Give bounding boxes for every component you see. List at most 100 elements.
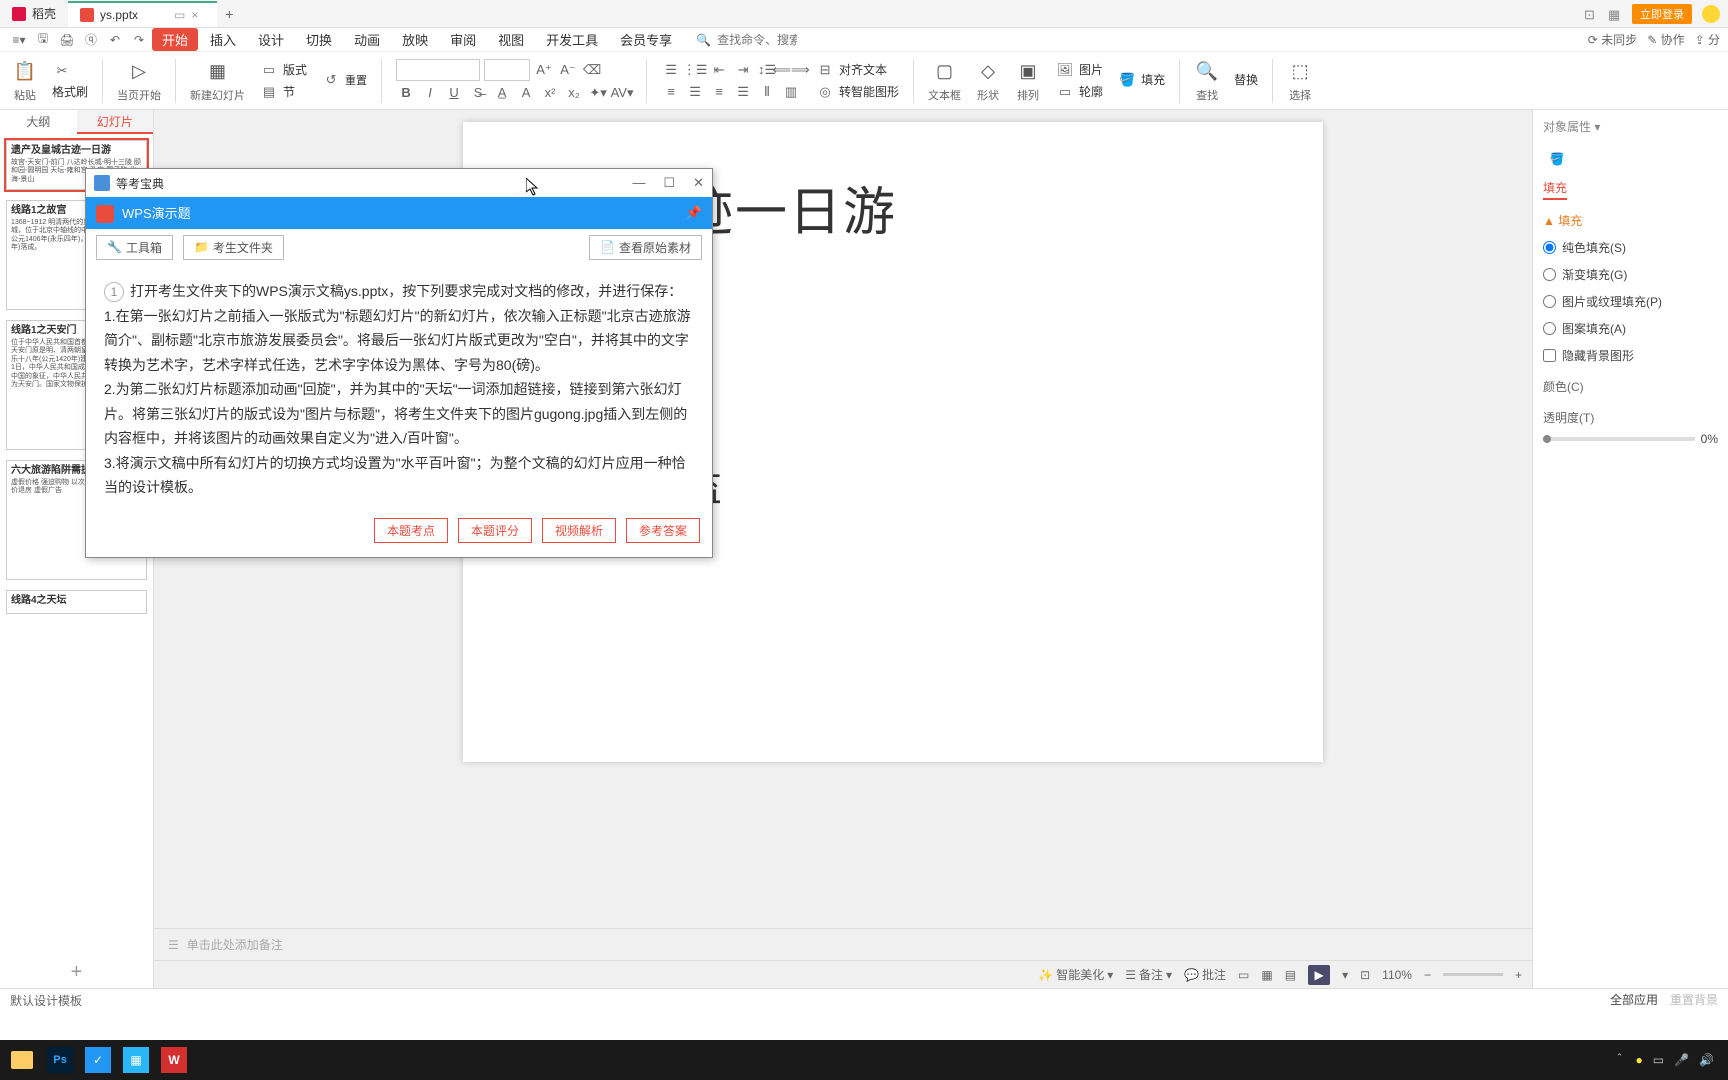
thumb-5[interactable]: 线路4之天坛 xyxy=(6,590,147,614)
dist-icon[interactable]: ⫴ xyxy=(757,82,777,102)
menu-animation[interactable]: 动画 xyxy=(344,28,390,51)
indent-inc-icon[interactable]: ⇥ xyxy=(733,60,753,80)
note-button[interactable]: ☰备注 ▾ xyxy=(1125,966,1172,983)
slides-tab[interactable]: 幻灯片 xyxy=(77,110,154,134)
fill-tool-icon[interactable]: 🪣 xyxy=(1543,145,1571,173)
folder-button[interactable]: 📁 考生文件夹 xyxy=(183,235,284,260)
numbering-icon[interactable]: ⋮☰ xyxy=(685,60,705,80)
menu-review[interactable]: 审阅 xyxy=(440,28,486,51)
underline-icon[interactable]: U xyxy=(444,83,464,103)
find-button[interactable]: 🔍查找 xyxy=(1190,59,1224,103)
menu-dropdown-icon[interactable]: ≡▾ xyxy=(8,30,30,50)
fill-gradient[interactable]: 渐变填充(G) xyxy=(1543,266,1718,283)
tray-sync-icon[interactable]: ● xyxy=(1636,1053,1643,1067)
clear-format-icon[interactable]: ⌫ xyxy=(582,60,602,80)
comment-button[interactable]: 💬批注 xyxy=(1184,966,1226,983)
align-text-icon[interactable]: ⊟ xyxy=(815,60,835,80)
restore-icon[interactable]: ▭ xyxy=(174,8,185,22)
replace-button[interactable]: 替换 xyxy=(1234,71,1258,88)
smart-beautify-button[interactable]: ✨ 智能美化 ▾ xyxy=(1038,966,1113,983)
align-text-label[interactable]: 对齐文本 xyxy=(839,61,887,78)
toolbox-button[interactable]: 🔧 工具箱 xyxy=(96,235,173,260)
fill-icon[interactable]: 🪣 xyxy=(1117,70,1137,90)
explorer-icon[interactable] xyxy=(4,1042,40,1078)
cut-icon[interactable]: ✂ xyxy=(52,61,72,81)
share-button[interactable]: ⇪ 分 xyxy=(1695,31,1720,48)
font-select[interactable] xyxy=(396,59,480,81)
effects-icon[interactable]: ✦▾ xyxy=(588,83,608,103)
wps-icon[interactable]: W xyxy=(156,1042,192,1078)
undo-icon[interactable]: ↶ xyxy=(104,30,126,50)
view-material-button[interactable]: 📄 查看原始素材 xyxy=(589,235,702,260)
print-icon[interactable]: 🖨 xyxy=(56,30,78,50)
view-reading-icon[interactable]: ▤ xyxy=(1285,968,1296,982)
font-color-icon[interactable]: A̲ xyxy=(492,83,512,103)
new-slide-button[interactable]: ▦新建幻灯片 xyxy=(186,59,249,103)
new-tab-button[interactable]: + xyxy=(217,6,241,22)
fill-pattern[interactable]: 图案填充(A) xyxy=(1543,320,1718,337)
app4-icon[interactable]: ▦ xyxy=(118,1042,154,1078)
pic-icon[interactable]: 🖼 xyxy=(1055,60,1075,80)
menu-insert[interactable]: 插入 xyxy=(200,28,246,51)
section-label[interactable]: 节 xyxy=(283,83,295,100)
tray-mic-icon[interactable]: 🎤 xyxy=(1674,1053,1689,1067)
spacing-icon[interactable]: AV▾ xyxy=(612,83,632,103)
zoom-slider[interactable] xyxy=(1443,973,1503,976)
dialog-body[interactable]: 1打开考生文件夹下的WPS演示文稿ys.pptx，按下列要求完成对文档的修改，并… xyxy=(86,265,712,510)
menu-dev[interactable]: 开发工具 xyxy=(536,28,608,51)
app3-icon[interactable]: ✓ xyxy=(80,1042,116,1078)
zoom-out-icon[interactable]: − xyxy=(1424,968,1431,982)
close-icon[interactable]: × xyxy=(191,8,205,22)
zoom-value[interactable]: 110% xyxy=(1382,968,1412,982)
bullets-icon[interactable]: ☰ xyxy=(661,60,681,80)
avatar-icon[interactable] xyxy=(1702,5,1720,23)
fill-tab[interactable]: 填充 xyxy=(1543,179,1567,200)
highlight-icon[interactable]: A xyxy=(516,83,536,103)
notes-area[interactable]: ☰单击此处添加备注 xyxy=(154,928,1532,960)
add-slide-button[interactable]: + xyxy=(0,957,153,988)
answer-button[interactable]: 参考答案 xyxy=(626,518,700,543)
view-sorter-icon[interactable]: ▦ xyxy=(1261,968,1272,982)
columns-icon[interactable]: ▥ xyxy=(781,82,801,102)
smartart-label[interactable]: 转智能图形 xyxy=(839,83,899,100)
tab-file[interactable]: ys.pptx▭× xyxy=(68,1,217,27)
ps-icon[interactable]: Ps xyxy=(42,1042,78,1078)
super-icon[interactable]: x² xyxy=(540,83,560,103)
dialog-close-icon[interactable]: ✕ xyxy=(693,175,704,191)
outline-label[interactable]: 轮廓 xyxy=(1079,83,1103,100)
fill-section[interactable]: ▲ 填充 xyxy=(1543,212,1718,229)
save-icon[interactable]: 🖫 xyxy=(32,30,54,50)
pic-label[interactable]: 图片 xyxy=(1079,61,1103,78)
menu-transition[interactable]: 切换 xyxy=(296,28,342,51)
login-button[interactable]: 立即登录 xyxy=(1632,4,1692,24)
inc-font-icon[interactable]: A⁺ xyxy=(534,60,554,80)
layout-label[interactable]: 版式 xyxy=(283,61,307,78)
dialog-max-icon[interactable]: ☐ xyxy=(663,175,675,191)
text-dir-icon[interactable]: ⟸⟹ xyxy=(781,60,801,80)
outline-icon[interactable]: ▭ xyxy=(1055,82,1075,102)
bold-icon[interactable]: B xyxy=(396,83,416,103)
fit-icon[interactable]: ⊡ xyxy=(1360,968,1370,982)
align-center-icon[interactable]: ☰ xyxy=(685,82,705,102)
paste-button[interactable]: 📋粘贴 xyxy=(8,59,42,103)
zoom-in-icon[interactable]: + xyxy=(1515,968,1522,982)
menu-design[interactable]: 设计 xyxy=(248,28,294,51)
view-normal-icon[interactable]: ▭ xyxy=(1238,968,1249,982)
align-right-icon[interactable]: ≡ xyxy=(709,82,729,102)
tray-ime-icon[interactable]: ▭ xyxy=(1653,1053,1664,1067)
reset-bg-button[interactable]: 重置背景 xyxy=(1670,991,1718,1008)
reset-icon[interactable]: ↺ xyxy=(321,70,341,90)
preview-icon[interactable]: ⓠ xyxy=(80,30,102,50)
arrange-button[interactable]: ▣排列 xyxy=(1011,59,1045,103)
apps-icon[interactable]: ▦ xyxy=(1608,7,1622,21)
grid-icon[interactable]: ⊡ xyxy=(1584,7,1598,21)
command-search-input[interactable] xyxy=(717,33,797,47)
dec-font-icon[interactable]: A⁻ xyxy=(558,60,578,80)
align-justify-icon[interactable]: ☰ xyxy=(733,82,753,102)
fill-solid[interactable]: 纯色填充(S) xyxy=(1543,239,1718,256)
hide-bg-shapes[interactable]: 隐藏背景图形 xyxy=(1543,347,1718,364)
menu-view[interactable]: 视图 xyxy=(488,28,534,51)
smartart-icon[interactable]: ◎ xyxy=(815,82,835,102)
transparency-slider[interactable] xyxy=(1543,437,1695,441)
dialog-min-icon[interactable]: — xyxy=(632,175,645,191)
